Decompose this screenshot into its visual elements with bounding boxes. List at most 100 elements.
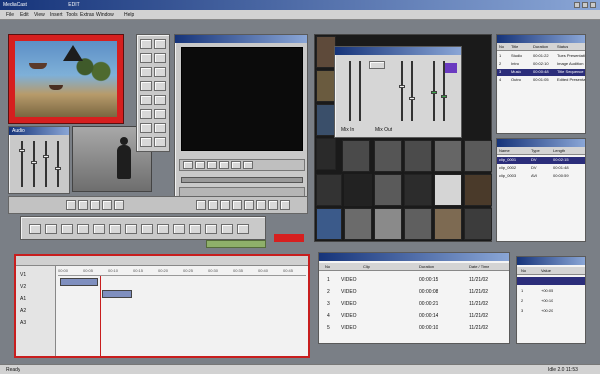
tool-zoom-icon[interactable] — [154, 53, 166, 63]
rewind-button[interactable] — [183, 161, 193, 169]
minimize-button[interactable] — [574, 2, 580, 8]
tool-eyedrop-icon[interactable] — [154, 123, 166, 133]
effect-button-13[interactable] — [280, 200, 290, 210]
channel-fader-3[interactable] — [401, 61, 403, 121]
edit-tool-4[interactable] — [77, 224, 89, 234]
menu-item-extras[interactable]: Extras — [80, 12, 94, 18]
thumb-11[interactable] — [316, 208, 342, 240]
mixer-mode-button[interactable] — [369, 61, 385, 69]
video-monitor-screen[interactable] — [181, 47, 303, 151]
thumb-20[interactable] — [434, 140, 462, 172]
table-row[interactable]: 2 VIDEO 00:00:08 11/21/02 — [319, 287, 509, 297]
table-row[interactable]: 4 Outro 00:01:05 Edited Presentation — [497, 77, 585, 84]
edit-tool-11[interactable] — [189, 224, 201, 234]
tool-brush-icon[interactable] — [140, 81, 152, 91]
mixer-tab-audio[interactable]: Audio — [12, 128, 25, 134]
forward-button[interactable] — [219, 161, 229, 169]
timeline-ruler[interactable]: 00:00 00:05 00:10 00:15 00:20 00:25 00:3… — [58, 268, 306, 276]
tool-redo-icon[interactable] — [154, 137, 166, 147]
list-item[interactable]: 1 +00:05 — [517, 287, 585, 295]
channel-fader-2[interactable] — [359, 61, 361, 121]
edit-tool-8[interactable] — [141, 224, 153, 234]
effect-button-9[interactable] — [232, 200, 242, 210]
edit-tool-3[interactable] — [61, 224, 73, 234]
channel-knob-6[interactable] — [441, 95, 447, 98]
table-row-selected[interactable]: 3 Music 00:00:48 Title Sequence — [497, 69, 585, 76]
tool-hand-icon[interactable] — [140, 123, 152, 133]
fader-1[interactable] — [21, 141, 23, 187]
effect-button-1[interactable] — [66, 200, 76, 210]
thumb-7[interactable] — [374, 174, 402, 206]
effect-button-2[interactable] — [78, 200, 88, 210]
thumb-2[interactable] — [316, 70, 336, 102]
fader-2-knob[interactable] — [31, 161, 37, 164]
track-clip-1[interactable] — [60, 278, 98, 286]
close-button[interactable] — [590, 2, 596, 8]
list-item-selected[interactable]: clip_0001 DV 00:02:15 — [497, 157, 585, 164]
edit-tool-9[interactable] — [157, 224, 169, 234]
fader-3-knob[interactable] — [43, 155, 49, 158]
edit-tool-1[interactable] — [29, 224, 41, 234]
list-item[interactable]: clip_0003 AVI 00:00:59 — [497, 173, 585, 180]
thumb-17[interactable] — [342, 140, 370, 172]
tool-text-icon[interactable] — [154, 67, 166, 77]
effect-button-6[interactable] — [196, 200, 206, 210]
menu-item-window[interactable]: Window — [96, 12, 114, 18]
channel-fader-4[interactable] — [411, 61, 413, 121]
table-row[interactable]: 5 VIDEO 00:00:10 11/21/02 — [319, 323, 509, 333]
effect-button-10[interactable] — [244, 200, 254, 210]
thumb-21[interactable] — [464, 140, 492, 172]
tool-fill-icon[interactable] — [154, 81, 166, 91]
edit-tool-7[interactable] — [125, 224, 137, 234]
effect-button-3[interactable] — [90, 200, 100, 210]
menu-item-tools[interactable]: Tools — [66, 12, 78, 18]
playhead[interactable] — [100, 276, 101, 356]
thumb-14[interactable] — [404, 208, 432, 240]
menu-item-insert[interactable]: Insert — [50, 12, 63, 18]
effect-button-7[interactable] — [208, 200, 218, 210]
thumb-1[interactable] — [316, 36, 336, 68]
channel-knob-3[interactable] — [399, 85, 405, 88]
fader-4[interactable] — [57, 141, 59, 187]
thumb-15[interactable] — [434, 208, 462, 240]
tool-line-icon[interactable] — [140, 95, 152, 105]
table-row[interactable]: 4 VIDEO 00:00:14 11/21/02 — [319, 311, 509, 321]
preview-window[interactable] — [8, 34, 124, 124]
maximize-button[interactable] — [582, 2, 588, 8]
track-clip-2[interactable] — [102, 290, 132, 298]
list-item[interactable]: 2 +00:10 — [517, 297, 585, 305]
thumb-19[interactable] — [404, 140, 432, 172]
tool-undo-icon[interactable] — [140, 137, 152, 147]
table-row[interactable]: 1 VIDEO 00:00:15 11/21/02 — [319, 275, 509, 285]
thumb-4[interactable] — [316, 138, 336, 170]
thumb-13[interactable] — [374, 208, 402, 240]
tool-ellipse-icon[interactable] — [140, 109, 152, 119]
thumb-12[interactable] — [344, 208, 372, 240]
loop-button[interactable] — [243, 161, 253, 169]
thumb-18[interactable] — [374, 140, 402, 172]
list-item-selected[interactable] — [517, 277, 585, 285]
edit-tool-14[interactable] — [237, 224, 249, 234]
table-row[interactable]: 2 Intro 00:02:10 Image Audition — [497, 61, 585, 68]
table-row[interactable]: 1 Studio 00:01:22 Tues Presentation — [497, 53, 585, 60]
list-item[interactable]: 3 +00:20 — [517, 307, 585, 315]
edit-tool-6[interactable] — [109, 224, 121, 234]
tool-crop-icon[interactable] — [154, 39, 166, 49]
list-item[interactable]: clip_0002 DV 00:01:48 — [497, 165, 585, 172]
thumb-8[interactable] — [404, 174, 432, 206]
menu-item-edit[interactable]: Edit — [20, 12, 29, 18]
scrub-slider[interactable] — [181, 177, 303, 183]
fader-3[interactable] — [45, 141, 47, 187]
fader-4-knob[interactable] — [55, 167, 61, 170]
effect-button-5[interactable] — [114, 200, 124, 210]
edit-tool-5[interactable] — [93, 224, 105, 234]
edit-tool-2[interactable] — [45, 224, 57, 234]
effect-button-11[interactable] — [256, 200, 266, 210]
edit-tool-12[interactable] — [205, 224, 217, 234]
channel-knob-4[interactable] — [409, 97, 415, 100]
menu-item-help[interactable]: Help — [124, 12, 134, 18]
play-button[interactable] — [195, 161, 205, 169]
thumb-16[interactable] — [464, 208, 492, 240]
edit-tool-13[interactable] — [221, 224, 233, 234]
channel-knob-5[interactable] — [431, 91, 437, 94]
